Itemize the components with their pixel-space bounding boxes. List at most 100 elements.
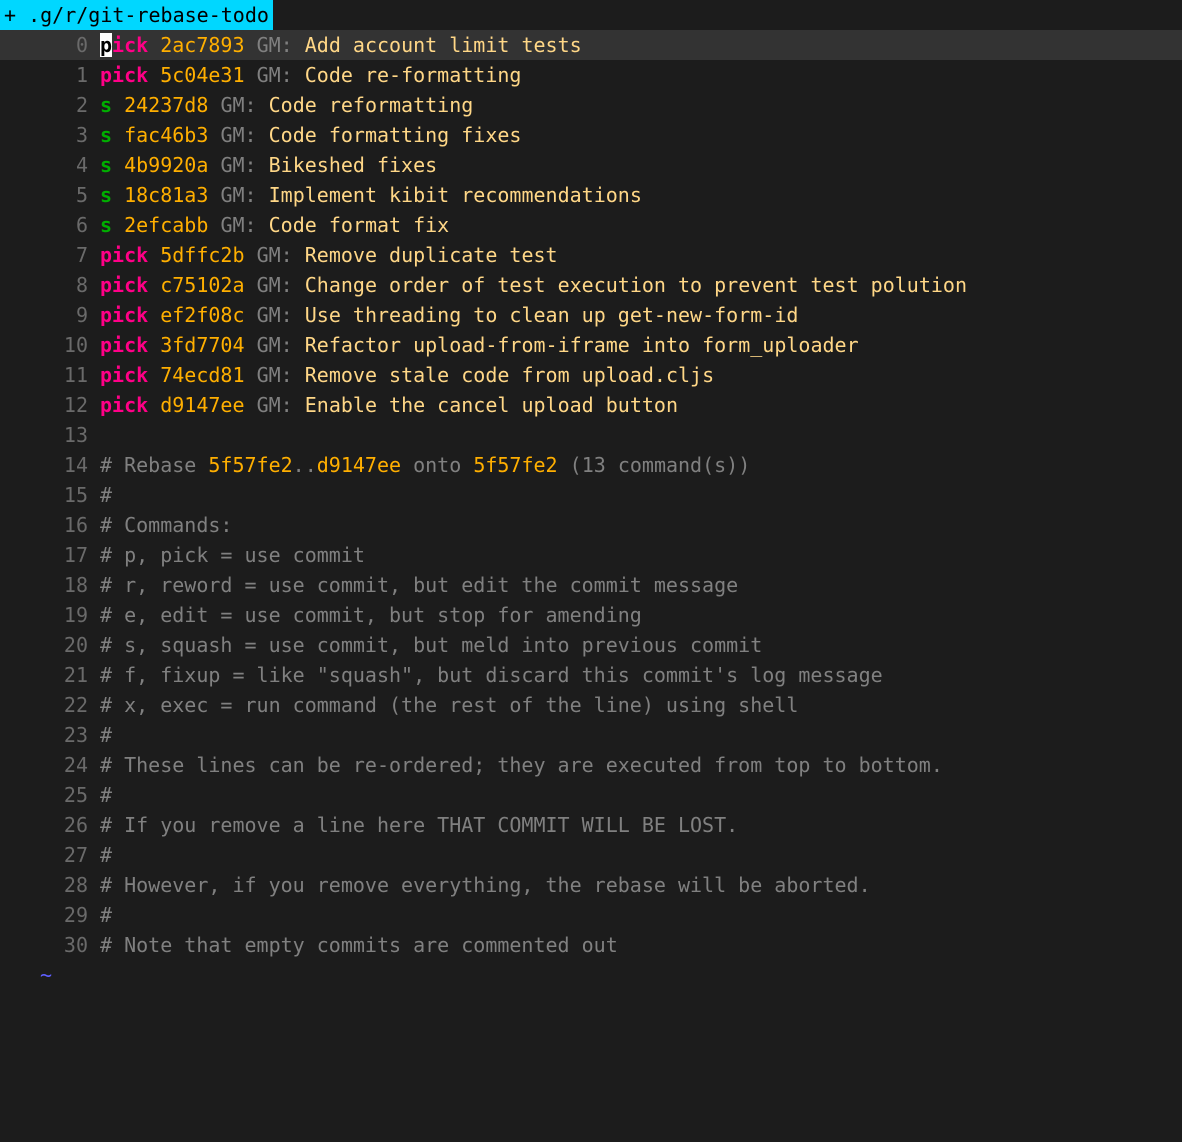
commit-message: Enable the cancel upload button xyxy=(305,393,678,417)
buffer-title: + .g/r/git-rebase-todo xyxy=(0,0,273,30)
commit-prefix: GM: xyxy=(220,153,256,177)
editor-line[interactable]: 5s 18c81a3 GM: Implement kibit recommend… xyxy=(0,180,1182,210)
commit-prefix: GM: xyxy=(257,393,293,417)
commit-hash: 18c81a3 xyxy=(124,183,208,207)
editor-line[interactable]: 4s 4b9920a GM: Bikeshed fixes xyxy=(0,150,1182,180)
editor-line[interactable]: 11pick 74ecd81 GM: Remove stale code fro… xyxy=(0,360,1182,390)
line-number: 5 xyxy=(0,180,100,210)
rebase-command: s xyxy=(100,123,112,147)
line-number: 9 xyxy=(0,300,100,330)
editor-line[interactable]: 18# r, reword = use commit, but edit the… xyxy=(0,570,1182,600)
editor-line[interactable]: 30# Note that empty commits are commente… xyxy=(0,930,1182,960)
comment-text: # x, exec = run command (the rest of the… xyxy=(100,690,1182,720)
commit-prefix: GM: xyxy=(220,93,256,117)
editor-line[interactable]: 13 xyxy=(0,420,1182,450)
commit-hash: fac46b3 xyxy=(124,123,208,147)
comment-text: # xyxy=(100,720,1182,750)
commit-hash: 2efcabb xyxy=(124,213,208,237)
rebase-command: pick xyxy=(100,303,148,327)
commit-hash: ef2f08c xyxy=(160,303,244,327)
commit-prefix: GM: xyxy=(257,243,293,267)
line-number: 12 xyxy=(0,390,100,420)
comment-text: # xyxy=(100,900,1182,930)
comment-text: # e, edit = use commit, but stop for ame… xyxy=(100,600,1182,630)
editor-line[interactable]: 22# x, exec = run command (the rest of t… xyxy=(0,690,1182,720)
editor-line[interactable]: 12pick d9147ee GM: Enable the cancel upl… xyxy=(0,390,1182,420)
rebase-command: s xyxy=(100,213,112,237)
commit-hash: 2ac7893 xyxy=(160,33,244,57)
rebase-from-hash: 5f57fe2 xyxy=(208,453,292,477)
rebase-command: s xyxy=(100,153,112,177)
commit-message: Code re-formatting xyxy=(305,63,522,87)
commit-hash: d9147ee xyxy=(160,393,244,417)
rebase-command: pick xyxy=(100,363,148,387)
editor-line[interactable]: 19# e, edit = use commit, but stop for a… xyxy=(0,600,1182,630)
line-number: 23 xyxy=(0,720,100,750)
editor-line[interactable]: 3s fac46b3 GM: Code formatting fixes xyxy=(0,120,1182,150)
line-number: 26 xyxy=(0,810,100,840)
comment-text: # If you remove a line here THAT COMMIT … xyxy=(100,810,1182,840)
commit-hash: 4b9920a xyxy=(124,153,208,177)
editor-line[interactable]: 20# s, squash = use commit, but meld int… xyxy=(0,630,1182,660)
comment-text: # s, squash = use commit, but meld into … xyxy=(100,630,1182,660)
editor-line[interactable]: 28# However, if you remove everything, t… xyxy=(0,870,1182,900)
editor-line[interactable]: 15# xyxy=(0,480,1182,510)
line-number: 11 xyxy=(0,360,100,390)
comment-text: # xyxy=(100,480,1182,510)
line-number: 30 xyxy=(0,930,100,960)
line-number: 4 xyxy=(0,150,100,180)
rebase-command: pick xyxy=(100,243,148,267)
editor-line[interactable]: 29# xyxy=(0,900,1182,930)
line-number: 6 xyxy=(0,210,100,240)
editor-line[interactable]: 0pick 2ac7893 GM: Add account limit test… xyxy=(0,30,1182,60)
rebase-command: pick xyxy=(100,333,148,357)
editor-line[interactable]: 10pick 3fd7704 GM: Refactor upload-from-… xyxy=(0,330,1182,360)
commit-hash: 5dffc2b xyxy=(160,243,244,267)
editor-line[interactable]: 8pick c75102a GM: Change order of test e… xyxy=(0,270,1182,300)
commit-prefix: GM: xyxy=(257,63,293,87)
editor-line[interactable]: 21# f, fixup = like "squash", but discar… xyxy=(0,660,1182,690)
editor-line[interactable]: 25# xyxy=(0,780,1182,810)
line-number: 8 xyxy=(0,270,100,300)
editor-line[interactable]: 17# p, pick = use commit xyxy=(0,540,1182,570)
editor-line[interactable]: 23# xyxy=(0,720,1182,750)
rebase-to-hash: d9147ee xyxy=(317,453,401,477)
commit-prefix: GM: xyxy=(257,303,293,327)
comment-text: # Note that empty commits are commented … xyxy=(100,930,1182,960)
commit-message: Code reformatting xyxy=(269,93,474,117)
editor-line[interactable]: 6s 2efcabb GM: Code format fix xyxy=(0,210,1182,240)
editor-line[interactable]: 24# These lines can be re-ordered; they … xyxy=(0,750,1182,780)
commit-prefix: GM: xyxy=(257,273,293,297)
editor-line[interactable]: 9pick ef2f08c GM: Use threading to clean… xyxy=(0,300,1182,330)
rebase-command: pick xyxy=(100,273,148,297)
editor-line[interactable]: 7pick 5dffc2b GM: Remove duplicate test xyxy=(0,240,1182,270)
comment-text: # xyxy=(100,780,1182,810)
editor-line[interactable]: 1pick 5c04e31 GM: Code re-formatting xyxy=(0,60,1182,90)
editor-line[interactable]: 26# If you remove a line here THAT COMMI… xyxy=(0,810,1182,840)
line-number: 2 xyxy=(0,90,100,120)
comment-text: # f, fixup = like "squash", but discard … xyxy=(100,660,1182,690)
rebase-command: pick xyxy=(100,393,148,417)
line-number: 29 xyxy=(0,900,100,930)
line-number: 1 xyxy=(0,60,100,90)
editor-line[interactable]: 2s 24237d8 GM: Code reformatting xyxy=(0,90,1182,120)
comment-text: # These lines can be re-ordered; they ar… xyxy=(100,750,1182,780)
line-number: 15 xyxy=(0,480,100,510)
line-number: 21 xyxy=(0,660,100,690)
comment-text: # xyxy=(100,840,1182,870)
editor-line[interactable]: 16# Commands: xyxy=(0,510,1182,540)
rebase-command: s xyxy=(100,93,112,117)
editor-line[interactable]: 14# Rebase 5f57fe2..d9147ee onto 5f57fe2… xyxy=(0,450,1182,480)
commit-message: Implement kibit recommendations xyxy=(269,183,642,207)
line-number: 18 xyxy=(0,570,100,600)
rebase-command: s xyxy=(100,183,112,207)
line-number: 24 xyxy=(0,750,100,780)
commit-prefix: GM: xyxy=(220,183,256,207)
editor-line[interactable]: 27# xyxy=(0,840,1182,870)
commit-message: Remove duplicate test xyxy=(305,243,558,267)
commit-message: Code formatting fixes xyxy=(269,123,522,147)
line-number: 27 xyxy=(0,840,100,870)
commit-prefix: GM: xyxy=(257,333,293,357)
editor-area[interactable]: 0pick 2ac7893 GM: Add account limit test… xyxy=(0,30,1182,990)
line-number: 10 xyxy=(0,330,100,360)
